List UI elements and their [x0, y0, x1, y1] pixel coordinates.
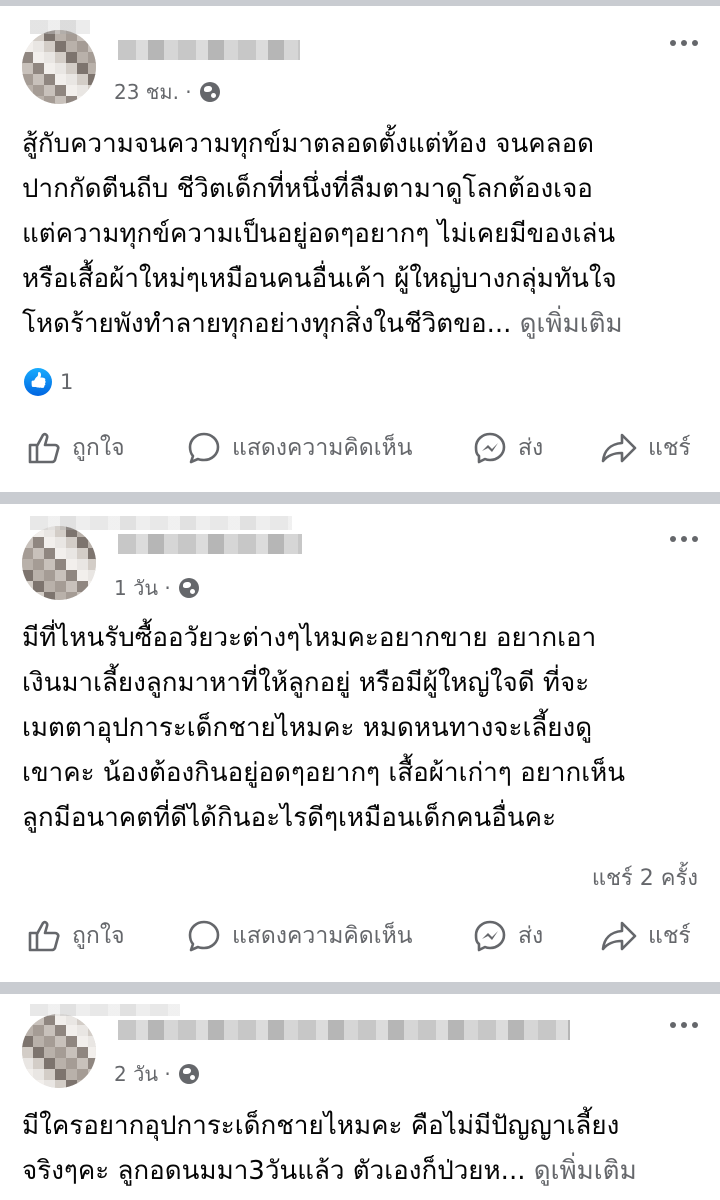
share-label: แชร์: [648, 435, 691, 461]
author-name-blurred[interactable]: [118, 40, 300, 60]
author-name-blurred-edge: [30, 516, 292, 530]
see-more-link[interactable]: ดูเพิ่มเติม: [534, 1156, 637, 1186]
share-arrow-icon: [601, 433, 637, 463]
post-time[interactable]: 1 วัน ·: [114, 572, 171, 604]
post-text-line: แต่ความทุกข์ความเป็นอยู่อดๆอยากๆ ไม่เคยม…: [22, 219, 616, 249]
author-name-blurred-edge: [30, 20, 90, 34]
post-text-line: มีที่ไหนรับซื้ออวัยวะต่างๆไหมคะอยากขาย อ…: [22, 623, 597, 653]
post-meta: 23 ชม. ·: [114, 76, 220, 108]
globe-icon: [199, 82, 220, 102]
thumbs-up-icon: [28, 920, 60, 952]
send-button[interactable]: ส่ง: [472, 918, 543, 954]
share-count[interactable]: แชร์ 2 ครั้ง: [592, 860, 698, 895]
messenger-icon: [474, 432, 506, 464]
post-meta: 2 วัน ·: [114, 1058, 199, 1090]
post-meta: 1 วัน ·: [114, 572, 199, 604]
globe-icon: [178, 578, 199, 598]
post-text-line: เงินมาเลี้ยงลูกมาหาที่ให้ลูกอยู่ หรือมีผ…: [22, 668, 590, 698]
post-text-line: เมตตาอุปการะเด็กชายไหมคะ หมดหนทางจะเลี้ย…: [22, 713, 593, 743]
post-text-line-last: โหดร้ายพังทำลายทุกอย่างทุกสิ่งในชีวิตขอ.…: [22, 302, 702, 347]
share-button[interactable]: แชร์: [600, 430, 691, 466]
author-name-blurred[interactable]: [118, 534, 302, 554]
reaction-summary[interactable]: 1: [24, 368, 73, 396]
post-text-line: ลูกมีอนาคตที่ดีได้กินอะไรดีๆเหมือนเด็กคน…: [22, 803, 557, 833]
comment-label: แสดงความคิดเห็น: [232, 923, 413, 949]
post-separator: [0, 492, 720, 504]
more-dots-icon[interactable]: [670, 536, 698, 542]
post-text: มีใครอยากอุปการะเด็กชายไหมคะ คือไม่มีปัญ…: [22, 1104, 702, 1194]
author-name-blurred-edge: [30, 1004, 180, 1016]
share-label: แชร์: [648, 923, 691, 949]
post-text-line: สู้กับความจนความทุกข์มาตลอดตั้งแต่ท้อง จ…: [22, 129, 595, 159]
comment-label: แสดงความคิดเห็น: [232, 435, 413, 461]
comment-bubble-icon: [188, 920, 220, 952]
post-text-line: ปากกัดตีนถีบ ชีวิตเด็กที่หนึ่งที่ลืมตามา…: [22, 174, 593, 204]
avatar[interactable]: [22, 30, 96, 104]
like-button[interactable]: ถูกใจ: [26, 430, 125, 466]
more-dots-icon[interactable]: [670, 1022, 698, 1028]
globe-icon: [178, 1064, 199, 1084]
like-button[interactable]: ถูกใจ: [26, 918, 125, 954]
messenger-icon: [474, 920, 506, 952]
post-1: 23 ชม. · สู้กับความจนความทุกข์มาตลอดตั้ง…: [0, 6, 720, 492]
action-bar: ถูกใจ แสดงความคิดเห็น ส่ง แชร์: [0, 430, 720, 480]
post-time[interactable]: 2 วัน ·: [114, 1058, 171, 1090]
post-text-line: หรือเสื้อผ้าใหม่ๆเหมือนคนอื่นเค้า ผู้ใหญ…: [22, 264, 617, 294]
post-3: 2 วัน · มีใครอยากอุปการะเด็กชายไหมคะ คือ…: [0, 994, 720, 1200]
comment-button[interactable]: แสดงความคิดเห็น: [186, 918, 412, 954]
post-text-truncated: จริงๆคะ ลูกอดนมมา3วันแล้ว ตัวเองก็ป่วยห.…: [22, 1156, 534, 1186]
send-button[interactable]: ส่ง: [472, 430, 543, 466]
thumbs-up-icon: [28, 432, 60, 464]
share-arrow-icon: [601, 921, 637, 951]
comment-bubble-icon: [188, 432, 220, 464]
author-name-blurred[interactable]: [118, 1020, 570, 1040]
post-text-line-last: จริงๆคะ ลูกอดนมมา3วันแล้ว ตัวเองก็ป่วยห.…: [22, 1149, 702, 1194]
post-text: สู้กับความจนความทุกข์มาตลอดตั้งแต่ท้อง จ…: [22, 122, 702, 347]
share-button[interactable]: แชร์: [600, 918, 691, 954]
comment-button[interactable]: แสดงความคิดเห็น: [186, 430, 412, 466]
send-label: ส่ง: [518, 435, 544, 461]
more-dots-icon[interactable]: [670, 40, 698, 46]
avatar[interactable]: [22, 526, 96, 600]
post-time[interactable]: 23 ชม. ·: [114, 76, 192, 108]
like-label: ถูกใจ: [72, 435, 125, 461]
post-2: 1 วัน · มีที่ไหนรับซื้ออวัยวะต่างๆไหมคะอ…: [0, 504, 720, 982]
like-label: ถูกใจ: [72, 923, 125, 949]
post-separator: [0, 982, 720, 994]
action-bar: ถูกใจ แสดงความคิดเห็น ส่ง แชร์: [0, 918, 720, 968]
post-text-line: เขาคะ น้องต้องกินอยู่อดๆอยากๆ เสื้อผ้าเก…: [22, 758, 626, 788]
see-more-link[interactable]: ดูเพิ่มเติม: [520, 309, 623, 339]
post-text-truncated: โหดร้ายพังทำลายทุกอย่างทุกสิ่งในชีวิตขอ.…: [22, 309, 520, 339]
post-text: มีที่ไหนรับซื้ออวัยวะต่างๆไหมคะอยากขาย อ…: [22, 616, 702, 841]
reaction-count: 1: [60, 370, 74, 394]
send-label: ส่ง: [518, 923, 544, 949]
post-text-line: มีใครอยากอุปการะเด็กชายไหมคะ คือไม่มีปัญ…: [22, 1111, 620, 1141]
avatar[interactable]: [22, 1014, 96, 1088]
like-reaction-icon: [24, 368, 52, 396]
